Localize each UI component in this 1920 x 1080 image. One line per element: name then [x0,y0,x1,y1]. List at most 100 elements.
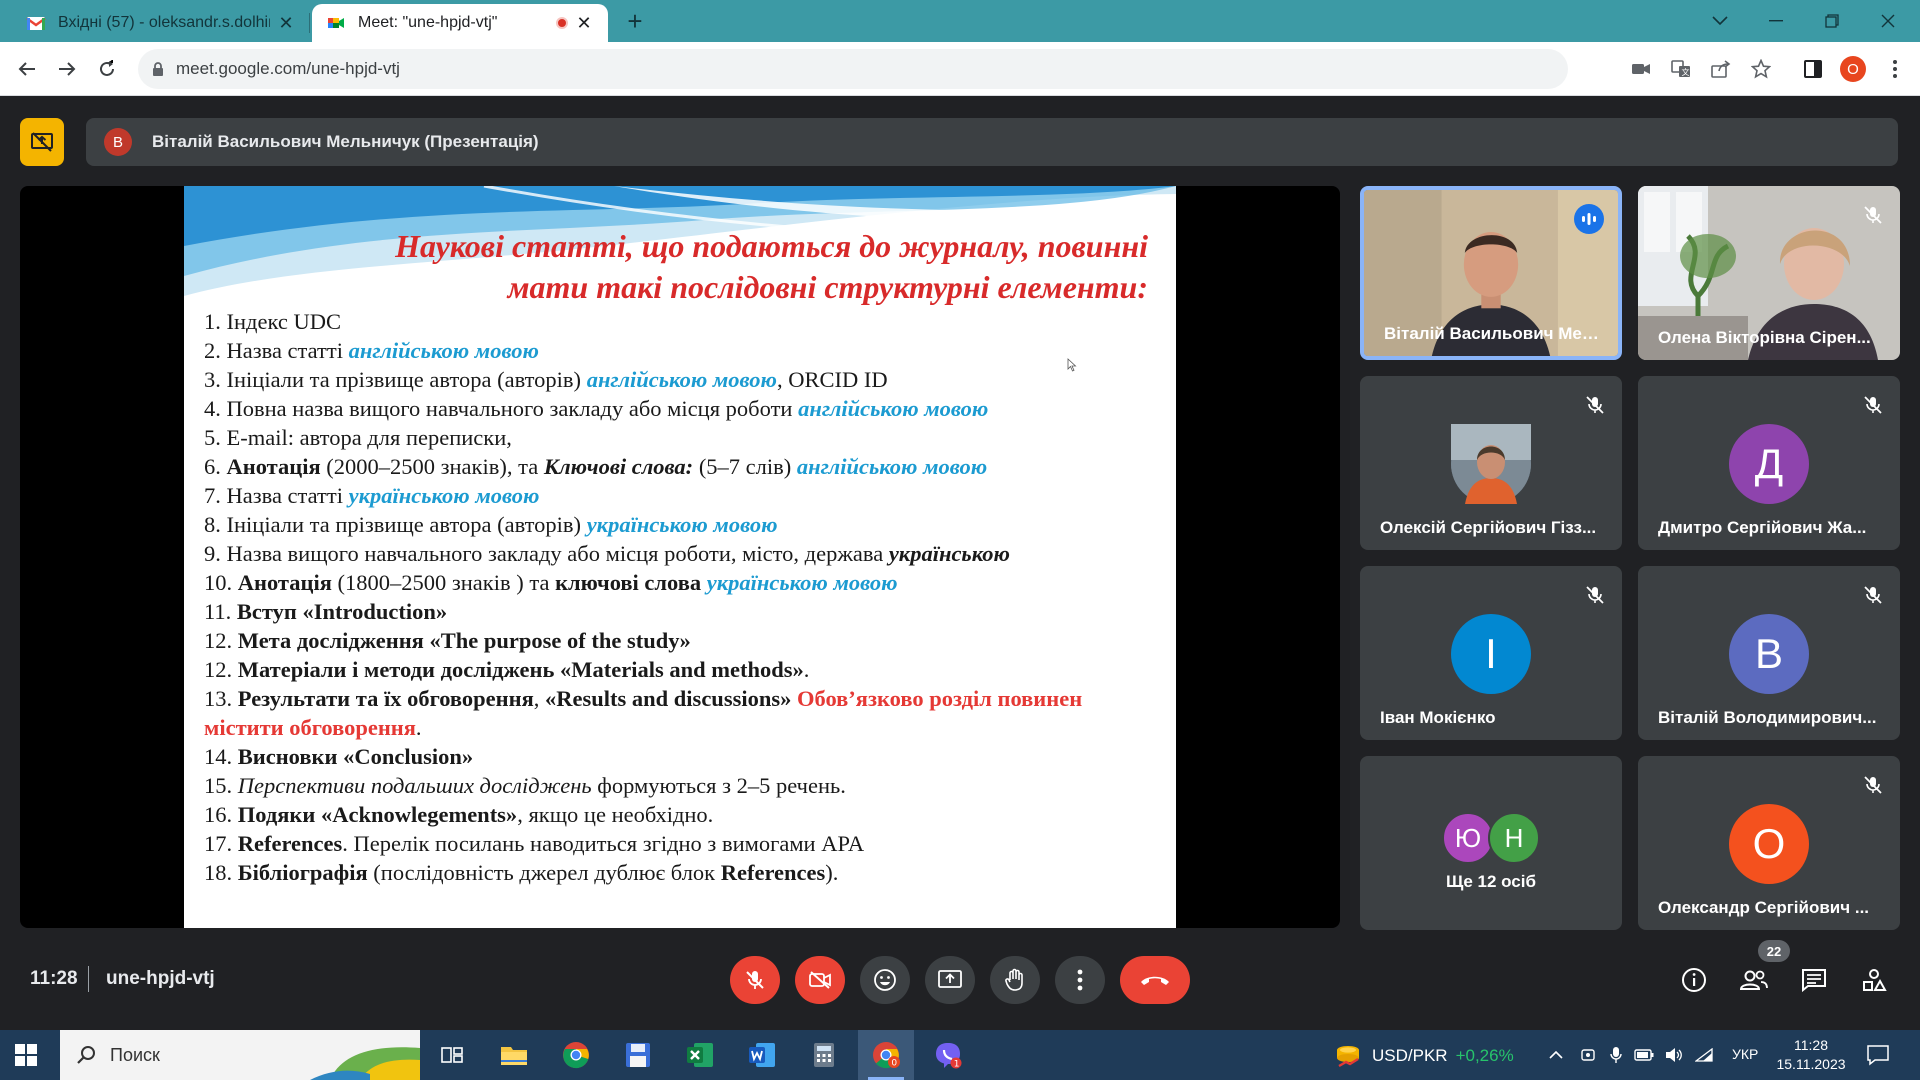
floppy-disk-icon [626,1043,650,1067]
tray-overflow-icon[interactable] [1546,1045,1566,1065]
hand-icon [1005,968,1023,991]
participant-tile[interactable]: Олена Вікторівна Сірен... [1638,186,1900,360]
tab-meet[interactable]: Meet: "une-hpjd-vtj" ✕ [312,4,608,42]
participant-name: Олександр Сергійович ... [1658,898,1870,917]
stop-presenting-button[interactable] [20,118,64,166]
chrome-meet-app[interactable]: 0 [858,1030,914,1080]
input-language[interactable]: УКР [1732,1046,1758,1062]
slide-requirements-list: 1. Індекс UDC 2. Назва статті англійською… [204,307,1164,887]
participant-tile[interactable]: В Віталій Володимирович... [1638,566,1900,740]
chrome-app[interactable] [548,1030,604,1080]
reload-button[interactable] [90,52,124,86]
bookmark-star-icon[interactable] [1746,54,1776,84]
camera-toggle-button[interactable] [795,956,845,1004]
save-app[interactable] [610,1030,666,1080]
presentation-stage[interactable]: Наукові статті, що подаються до журналу,… [20,186,1340,928]
excel-icon [687,1043,713,1067]
device-icon[interactable] [1578,1045,1598,1065]
slide-list-item: 17. References. Перелік посилань наводит… [204,829,1164,858]
wifi-icon[interactable] [1694,1045,1714,1065]
list-item-text: англійською мовою [586,367,777,392]
tab-search-button[interactable] [1692,0,1748,42]
list-item-number: 2. [204,338,221,363]
microphone-tray-icon[interactable] [1606,1045,1626,1065]
new-tab-button[interactable]: + [618,6,652,36]
browser-tab-strip: Вхідні (57) - oleksandr.s.dolhin@ ✕ Meet… [0,0,1920,42]
address-bar[interactable]: meet.google.com/une-hpjd-vtj [138,49,1568,89]
back-button[interactable] [10,52,44,86]
more-options-button[interactable] [1055,956,1105,1004]
close-window-button[interactable] [1860,0,1916,42]
participant-tile[interactable]: І Іван Мокієнко [1360,566,1622,740]
close-tab-icon[interactable]: ✕ [276,13,296,34]
slide-list-item: 7. Назва статті українською мовою [204,481,1164,510]
word-app[interactable] [734,1030,790,1080]
tab-gmail[interactable]: Вхідні (57) - oleksandr.s.dolhin@ ✕ [12,4,310,42]
restore-icon [1825,14,1839,28]
participant-tile[interactable]: Віталій Васильович Мел... [1360,186,1622,360]
close-tab-icon[interactable]: ✕ [574,13,594,34]
word-icon [749,1043,775,1067]
participant-photo [1451,424,1531,504]
present-screen-button[interactable] [925,956,975,1004]
battery-icon[interactable] [1634,1045,1654,1065]
excel-app[interactable] [672,1030,728,1080]
list-item-text: українською мовою [348,483,540,508]
notification-center-icon[interactable] [1866,1044,1890,1066]
reactions-button[interactable] [860,956,910,1004]
activities-button[interactable] [1856,962,1892,998]
calculator-app[interactable] [796,1030,852,1080]
mic-off-icon [1586,586,1604,604]
mic-off-icon [746,971,764,989]
more-participants-label: Ще 12 осіб [1446,872,1536,891]
recording-indicator [556,17,568,29]
close-icon [1881,14,1895,28]
phone-hangup-icon [1141,976,1169,985]
system-clock[interactable]: 11:28 15.11.2023 [1776,1036,1846,1074]
list-item-text: (2000–2500 знаків), та [320,454,544,479]
volume-icon[interactable] [1664,1045,1684,1065]
list-item-number: 6. [204,454,221,479]
list-item-number: 5. [204,425,221,450]
participant-name: Віталій Володимирович... [1658,708,1877,727]
taskbar-search-box[interactable]: Поиск [60,1030,420,1080]
slide-list-item: 13. Результати та їх обговорення, «Resul… [204,684,1164,742]
share-icon[interactable] [1706,54,1736,84]
list-item-text: , [533,686,546,711]
url-text: meet.google.com/une-hpjd-vtj [176,59,400,78]
forward-button[interactable] [50,52,84,86]
viber-app[interactable]: 1 [920,1030,976,1080]
restore-button[interactable] [1804,0,1860,42]
list-item-text: англійською мовою [796,454,988,479]
windows-start-icon[interactable] [14,1043,38,1067]
minimize-button[interactable] [1748,0,1804,42]
file-explorer-app[interactable] [486,1030,542,1080]
stock-ticker-widget[interactable]: USD/PKR +0,26% [1334,1044,1514,1068]
chat-icon [1802,969,1826,992]
more-vertical-icon[interactable] [1880,54,1910,84]
meeting-details-button[interactable] [1676,962,1712,998]
chat-button[interactable] [1796,962,1832,998]
camera-in-use-icon[interactable] [1626,54,1656,84]
leave-call-button[interactable] [1120,956,1190,1004]
more-vertical-icon [1077,969,1083,991]
task-view-button[interactable] [424,1030,480,1080]
raise-hand-button[interactable] [990,956,1040,1004]
emoji-icon [874,969,896,991]
microphone-toggle-button[interactable] [730,956,780,1004]
participant-tile[interactable]: О Олександр Сергійович ... [1638,756,1900,930]
participant-tile[interactable]: Д Дмитро Сергійович Жа... [1638,376,1900,550]
calculator-icon [814,1043,834,1067]
slide-list-item: 11. Вступ «Introduction» [204,597,1164,626]
more-participants-tile[interactable]: Ю Н Ще 12 осіб [1360,756,1622,930]
translate-icon[interactable]: 文 [1666,54,1696,84]
slide-list-item: 3. Ініціали та прізвище автора (авторів)… [204,365,1164,394]
people-button[interactable] [1736,962,1772,998]
ticker-change: +0,26% [1455,1046,1514,1065]
profile-avatar[interactable]: O [1840,56,1866,82]
participant-name: Віталій Васильович Мел... [1384,324,1606,343]
participant-tile[interactable]: Олексій Сергійович Гізз... [1360,376,1622,550]
list-item-text: , ORCID ID [776,367,888,392]
side-panel-icon[interactable] [1798,54,1828,84]
slide-list-item: 10. Анотація (1800–2500 знаків ) та ключ… [204,568,1164,597]
